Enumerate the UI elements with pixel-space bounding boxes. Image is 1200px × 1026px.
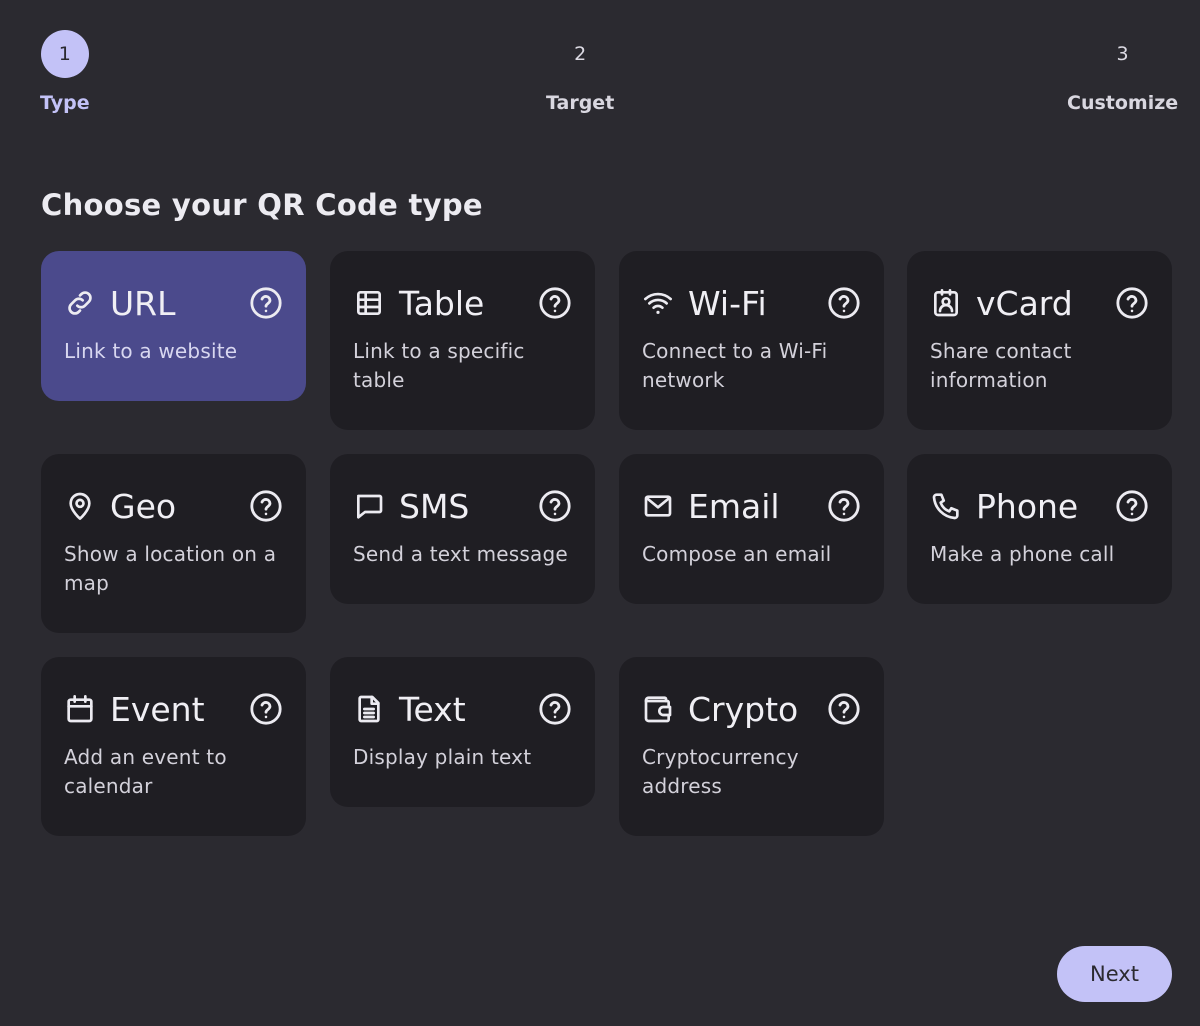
card-vcard[interactable]: vCard Share contact information xyxy=(907,251,1172,430)
step-label: Customize xyxy=(1067,92,1179,114)
contact-card-icon xyxy=(930,286,964,320)
card-crypto[interactable]: Crypto Cryptocurrency address xyxy=(619,657,884,836)
step-label: Type xyxy=(40,92,90,114)
wallet-icon xyxy=(642,692,676,726)
help-icon[interactable] xyxy=(826,488,862,524)
wifi-icon xyxy=(642,286,676,320)
message-icon xyxy=(353,489,387,523)
help-icon[interactable] xyxy=(248,691,284,727)
card-description: Compose an email xyxy=(642,542,832,566)
calendar-icon xyxy=(64,692,98,726)
card-wifi[interactable]: Wi-Fi Connect to a Wi-Fi network xyxy=(619,251,884,430)
help-icon[interactable] xyxy=(537,691,573,727)
help-icon[interactable] xyxy=(826,285,862,321)
help-icon[interactable] xyxy=(1114,488,1150,524)
card-title: Crypto xyxy=(688,689,799,729)
card-title: Table xyxy=(399,283,485,323)
table-icon xyxy=(353,286,387,320)
card-description: Display plain text xyxy=(353,745,532,769)
card-title: Text xyxy=(399,689,466,729)
help-icon[interactable] xyxy=(248,488,284,524)
card-title: Geo xyxy=(110,486,177,526)
card-text[interactable]: Text Display plain text xyxy=(330,657,595,807)
card-title: URL xyxy=(110,283,176,323)
card-title: vCard xyxy=(976,283,1073,323)
help-icon[interactable] xyxy=(248,285,284,321)
card-description: Send a text message xyxy=(353,542,568,566)
help-icon[interactable] xyxy=(1114,285,1150,321)
link-icon xyxy=(64,286,98,320)
phone-icon xyxy=(930,489,964,523)
card-description: Share contact information xyxy=(930,339,1072,392)
help-icon[interactable] xyxy=(826,691,862,727)
card-description: Link to a specific table xyxy=(353,339,525,392)
card-description: Add an event to calendar xyxy=(64,745,227,798)
step-customize[interactable]: 3 Customize xyxy=(1067,30,1178,114)
card-description: Cryptocurrency address xyxy=(642,745,799,798)
card-email[interactable]: Email Compose an email xyxy=(619,454,884,604)
next-button[interactable]: Next xyxy=(1057,946,1172,1002)
card-description: Connect to a Wi-Fi network xyxy=(642,339,828,392)
help-icon[interactable] xyxy=(537,285,573,321)
mail-icon xyxy=(642,489,676,523)
step-label: Target xyxy=(546,92,615,114)
card-title: Phone xyxy=(976,486,1079,526)
card-geo[interactable]: Geo Show a location on a map xyxy=(41,454,306,633)
card-url[interactable]: URL Link to a website xyxy=(41,251,306,401)
page-title: Choose your QR Code type xyxy=(41,188,483,222)
map-pin-icon xyxy=(64,489,98,523)
card-title: Event xyxy=(110,689,205,729)
step-number: 2 xyxy=(574,43,587,65)
step-number: 1 xyxy=(40,30,89,78)
card-description: Link to a website xyxy=(64,339,238,363)
card-title: Wi-Fi xyxy=(688,283,767,323)
card-description: Make a phone call xyxy=(930,542,1115,566)
step-number: 3 xyxy=(1116,43,1129,65)
step-type[interactable]: 1 Type xyxy=(40,30,90,114)
card-description: Show a location on a map xyxy=(64,542,277,595)
card-table[interactable]: Table Link to a specific table xyxy=(330,251,595,430)
card-title: SMS xyxy=(399,486,470,526)
help-icon[interactable] xyxy=(537,488,573,524)
card-phone[interactable]: Phone Make a phone call xyxy=(907,454,1172,604)
document-icon xyxy=(353,692,387,726)
step-target[interactable]: 2 Target xyxy=(546,30,614,114)
stepper: 1 Type 2 Target 3 Customize xyxy=(0,30,1200,130)
card-event[interactable]: Event Add an event to calendar xyxy=(41,657,306,836)
card-sms[interactable]: SMS Send a text message xyxy=(330,454,595,604)
card-title: Email xyxy=(688,486,780,526)
